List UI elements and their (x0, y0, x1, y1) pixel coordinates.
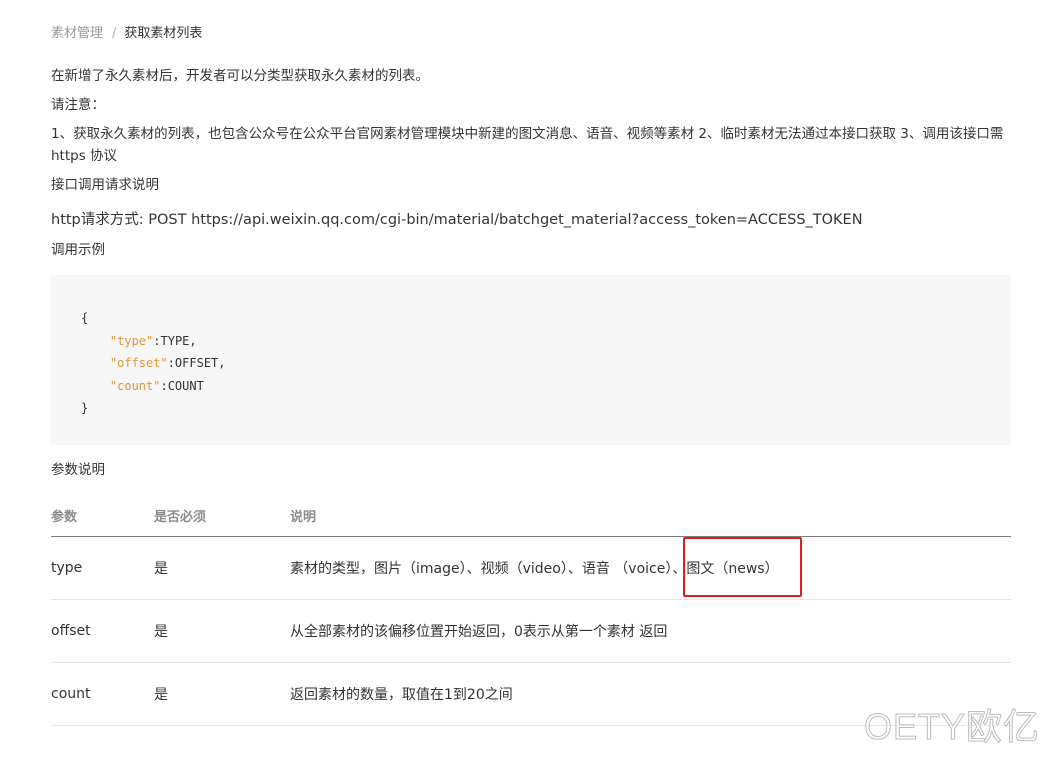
code-value-type: :TYPE, (153, 333, 197, 348)
breadcrumb-separator: / (112, 26, 117, 41)
example-label: 调用示例 (51, 242, 105, 258)
breadcrumb-link-material-management[interactable]: 素材管理 (51, 26, 103, 41)
http-request-line: http请求方式: POST https://api.weixin.qq.com… (51, 212, 863, 228)
param-description: 从全部素材的该偏移位置开始返回，0表示从第一个素材 返回 (290, 624, 668, 640)
intro-text: 在新增了永久素材后，开发者可以分类型获取永久素材的列表。 (51, 68, 429, 84)
param-name: offset (51, 623, 91, 639)
params-table: 参数 是否必须 说明 type 是 素材的类型，图片（image）、视频（vid… (51, 494, 1011, 726)
param-required: 是 (154, 561, 168, 577)
code-key-offset: "offset" (109, 356, 168, 370)
params-label: 参数说明 (51, 462, 105, 478)
code-example-block: { "type":TYPE, "offset":OFFSET, "count":… (51, 275, 1011, 445)
param-required: 是 (154, 624, 168, 640)
header-description: 说明 (290, 509, 317, 525)
param-description: 素材的类型，图片（image）、视频（video）、语音 （voice）、图文（… (290, 561, 779, 577)
param-name: type (51, 560, 83, 576)
table-row: type 是 素材的类型，图片（image）、视频（video）、语音 （voi… (51, 537, 1011, 600)
code-value-offset: :OFFSET, (167, 356, 226, 370)
request-label: 接口调用请求说明 (51, 177, 159, 193)
code-value-count: :COUNT (160, 378, 204, 393)
watermark-logo: OETY欧亿 (863, 706, 1040, 748)
code-open-brace: { (81, 311, 89, 325)
breadcrumb-current: 获取素材列表 (124, 26, 203, 41)
header-required: 是否必须 (154, 509, 207, 525)
doc-page: 素材管理 / 获取素材列表 在新增了永久素材后，开发者可以分类型获取永久素材的列表。… (0, 0, 1058, 760)
code-key-type: "type" (109, 333, 154, 348)
breadcrumb: 素材管理 / 获取素材列表 (51, 25, 202, 43)
code-close-brace: } (81, 401, 89, 415)
param-name: count (51, 686, 91, 702)
header-param: 参数 (51, 509, 78, 525)
code-key-count: "count" (109, 378, 161, 393)
notice-label: 请注意： (51, 97, 105, 113)
table-row: offset 是 从全部素材的该偏移位置开始返回，0表示从第一个素材 返回 (51, 600, 1011, 663)
notice-text: 1、获取永久素材的列表，也包含公众号在公众平台官网素材管理模块中新建的图文消息、… (51, 126, 1004, 164)
table-header: 参数 是否必须 说明 (51, 494, 1011, 537)
code-content: { "type":TYPE, "offset":OFFSET, "count":… (81, 307, 226, 420)
param-required: 是 (154, 687, 168, 703)
